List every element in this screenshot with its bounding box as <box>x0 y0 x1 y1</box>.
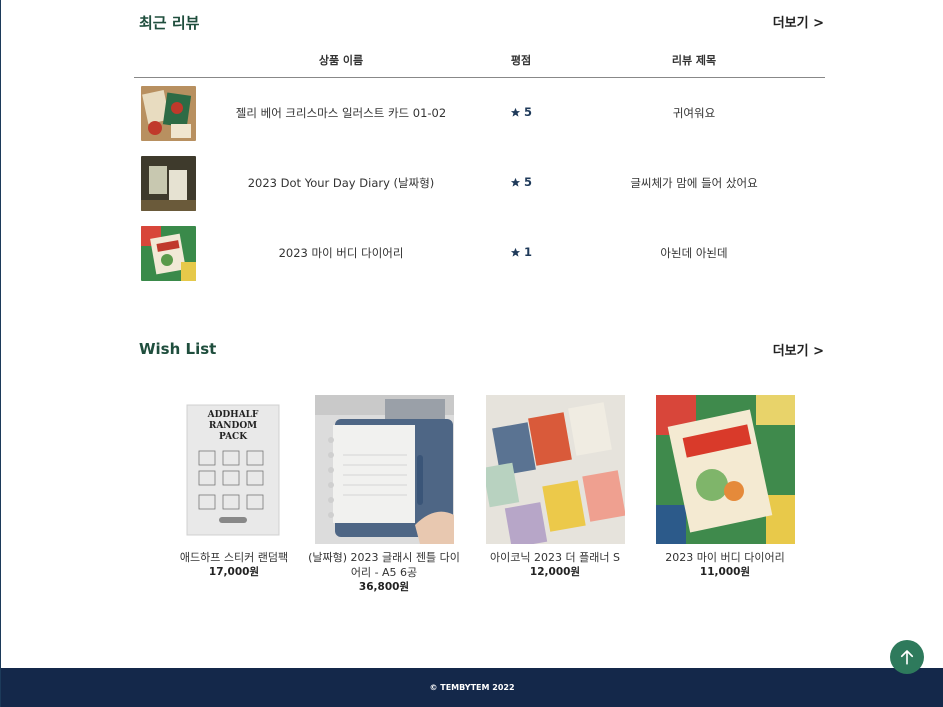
wish-item-image[interactable]: ADDHALF RANDOM PACK <box>164 395 304 544</box>
footer: © TEMBYTEM 2022 <box>1 668 943 707</box>
review-title[interactable]: 아뇐데 아뇐데 <box>563 245 825 261</box>
review-rating: 5 <box>479 105 563 121</box>
wish-list-title: Wish List <box>139 340 217 358</box>
wish-item[interactable]: ADDHALF RANDOM PACK 애드하프 스티커 랜덤팩 17,000원 <box>154 395 314 580</box>
review-thumb-cell <box>134 225 203 281</box>
rating-value: 1 <box>523 245 532 260</box>
star-icon <box>510 247 521 257</box>
review-rating: 1 <box>479 245 563 261</box>
wish-item[interactable]: 아이코닉 2023 더 플래너 S 12,000원 <box>475 395 635 580</box>
product-thumbnail[interactable] <box>141 225 196 281</box>
recent-reviews-title: 최근 리뷰 <box>139 14 200 32</box>
wish-list-grid: ADDHALF RANDOM PACK 애드하프 스티커 랜덤팩 17,000원 <box>154 395 834 605</box>
wish-item[interactable]: (날짜형) 2023 글래시 젠틀 다이어리 - A5 6공 36,800원 <box>304 395 464 595</box>
rating-value: 5 <box>523 175 532 190</box>
star-icon <box>510 107 521 117</box>
wish-list-more-link[interactable]: 더보기 > <box>773 340 824 359</box>
review-row[interactable]: 젤리 베어 크리스마스 일러스트 카드 01-02 5 귀여워요 <box>134 78 825 148</box>
rating-value: 5 <box>523 105 532 120</box>
wish-item-price: 17,000원 <box>208 566 260 578</box>
recent-reviews-more-link[interactable]: 더보기 > <box>773 12 824 31</box>
column-header-name: 상품 이름 <box>318 53 364 67</box>
review-thumb-cell <box>134 85 203 141</box>
star-icon <box>510 177 521 187</box>
pack-label-3: PACK <box>218 432 247 442</box>
footer-copyright: © TEMBYTEM 2022 <box>429 683 515 692</box>
review-product-name[interactable]: 젤리 베어 크리스마스 일러스트 카드 01-02 <box>203 105 479 121</box>
pack-label-2: RANDOM <box>208 421 256 431</box>
review-thumb-cell <box>134 155 203 211</box>
review-product-name[interactable]: 2023 Dot Your Day Diary (날짜형) <box>203 175 479 191</box>
wish-item[interactable]: 2023 마이 버디 다이어리 11,000원 <box>645 395 805 580</box>
review-title[interactable]: 글씨체가 맘에 들어 샀어요 <box>563 175 825 191</box>
wish-item-name[interactable]: (날짜형) 2023 글래시 젠틀 다이어리 - A5 6공 <box>304 550 464 580</box>
column-header-rating: 평점 <box>510 53 532 67</box>
product-thumbnail[interactable] <box>141 155 196 211</box>
wish-item-image[interactable] <box>485 395 625 544</box>
arrow-up-icon <box>900 650 914 665</box>
review-title[interactable]: 귀여워요 <box>563 105 825 121</box>
wish-item-image[interactable] <box>314 395 454 544</box>
review-table: 상품 이름 평점 리뷰 제목 젤리 베어 크리스마스 일러스트 카드 01-02 <box>134 42 825 288</box>
review-row[interactable]: 2023 마이 버디 다이어리 1 아뇐데 아뇐데 <box>134 218 825 288</box>
wish-item-price: 12,000원 <box>529 566 581 578</box>
wish-item-name[interactable]: 애드하프 스티커 랜덤팩 <box>154 550 314 565</box>
product-thumbnail[interactable] <box>141 85 196 141</box>
review-product-name[interactable]: 2023 마이 버디 다이어리 <box>203 245 479 261</box>
review-row[interactable]: 2023 Dot Your Day Diary (날짜형) 5 글씨체가 맘에 … <box>134 148 825 218</box>
scroll-top-button[interactable] <box>890 640 924 674</box>
wish-item-name[interactable]: 2023 마이 버디 다이어리 <box>645 550 805 565</box>
wish-item-price: 11,000원 <box>699 566 751 578</box>
wish-item-price: 36,800원 <box>358 581 410 593</box>
column-header-review-title: 리뷰 제목 <box>671 53 717 67</box>
wish-item-name[interactable]: 아이코닉 2023 더 플래너 S <box>475 550 635 565</box>
review-table-header: 상품 이름 평점 리뷰 제목 <box>134 42 825 78</box>
review-rating: 5 <box>479 175 563 191</box>
wish-item-image[interactable] <box>655 395 795 544</box>
pack-label-1: ADDHALF <box>206 410 258 420</box>
